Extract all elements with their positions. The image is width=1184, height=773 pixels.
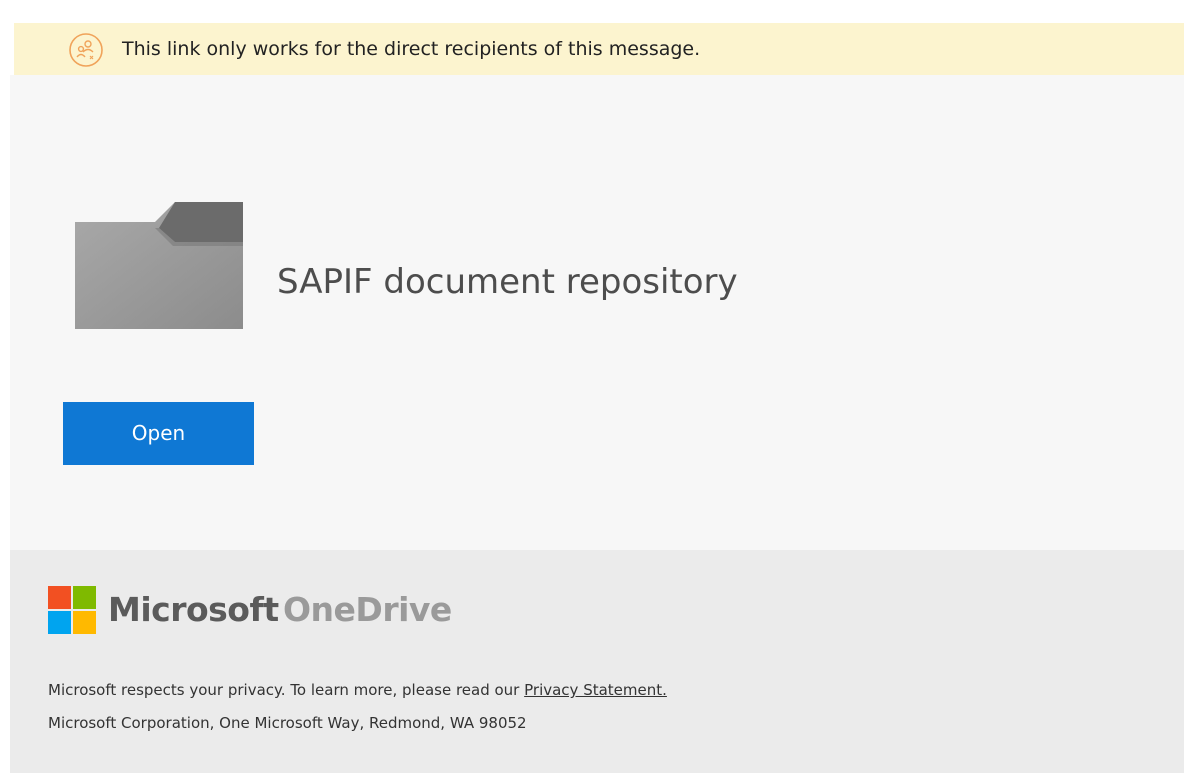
email-page: This link only works for the direct reci…	[0, 0, 1184, 773]
shared-item-panel: SAPIF document repository Open	[10, 75, 1184, 550]
privacy-statement-link[interactable]: Privacy Statement.	[524, 681, 667, 699]
company-address: Microsoft Corporation, One Microsoft Way…	[48, 714, 527, 732]
shared-item-title: SAPIF document repository	[277, 262, 738, 302]
onedrive-wordmark: OneDrive	[283, 590, 452, 629]
privacy-notice: Microsoft respects your privacy. To lear…	[48, 681, 667, 699]
privacy-notice-text: Microsoft respects your privacy. To lear…	[48, 681, 525, 699]
recipient-notice-bar: This link only works for the direct reci…	[14, 23, 1184, 75]
footer: Microsoft OneDrive Microsoft respects yo…	[10, 550, 1184, 773]
microsoft-wordmark: Microsoft	[108, 590, 279, 629]
recipient-notice-text: This link only works for the direct reci…	[122, 38, 701, 60]
microsoft-logo-icon	[48, 586, 96, 634]
people-link-icon	[69, 33, 103, 67]
folder-icon	[75, 202, 243, 329]
open-button[interactable]: Open	[63, 402, 254, 465]
